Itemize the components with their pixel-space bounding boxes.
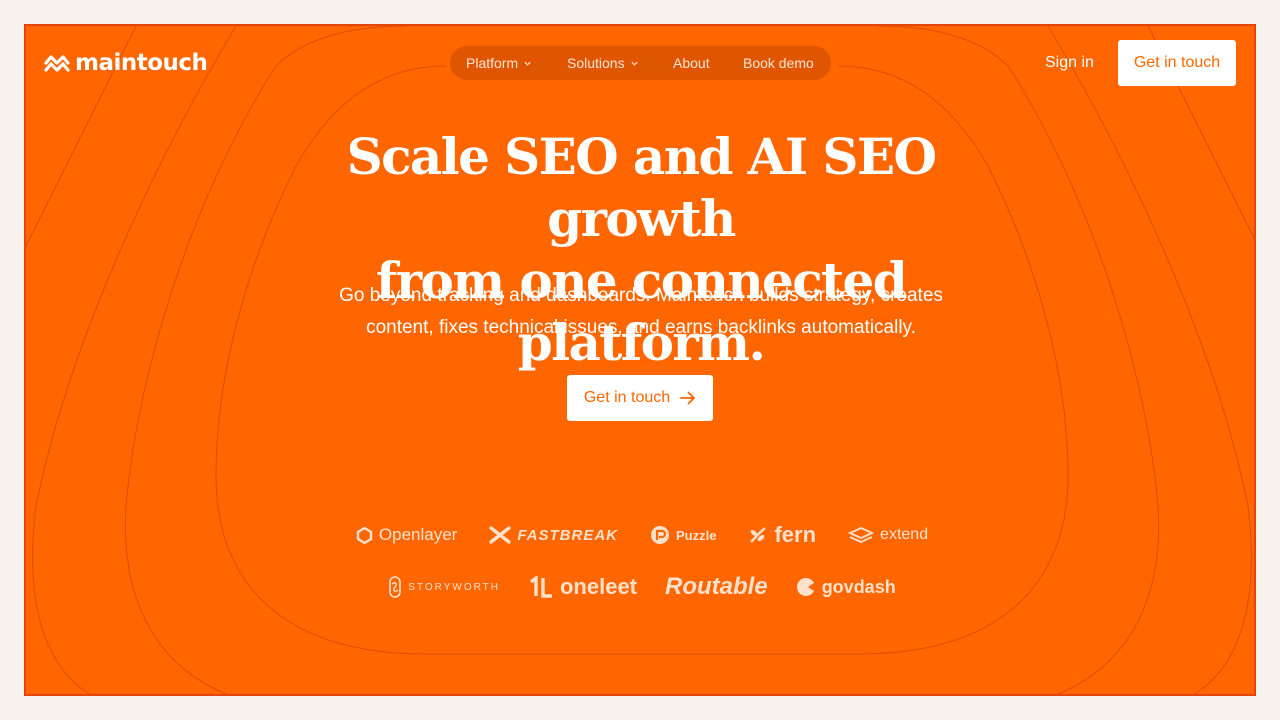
storyworth-logo-icon (389, 576, 402, 598)
customer-logo-storyworth: STORYWORTH (388, 576, 500, 598)
openlayer-logo-icon (356, 526, 373, 544)
subtext-line-2: content, fixes technical issues, and ear… (366, 317, 916, 338)
brand-name: maintouch (75, 50, 208, 76)
hero-get-in-touch-button[interactable]: Get in touch (567, 375, 713, 421)
extend-logo-icon (848, 527, 875, 543)
fern-logo-icon (750, 527, 767, 543)
customer-name: Openlayer (378, 525, 458, 544)
nav-item-solutions[interactable]: Solutions (567, 55, 639, 71)
get-in-touch-button[interactable]: Get in touch (1118, 40, 1236, 86)
nav-item-book-demo[interactable]: Book demo (743, 55, 814, 71)
customer-logo-extend: extend (848, 526, 928, 544)
chevron-down-icon (630, 61, 638, 66)
hero-section: maintouch Platform Solutions About Book … (24, 24, 1256, 696)
customer-name: govdash (821, 576, 896, 597)
button-label: Get in touch (1133, 54, 1221, 71)
nav-item-label: Book demo (743, 55, 814, 71)
chevron-down-icon (524, 61, 531, 66)
customer-logo-routable: Routable (665, 573, 768, 601)
customer-logos-row-2: STORYWORTH oneleet Routable govdash (26, 573, 1254, 601)
arrow-right-icon (680, 391, 696, 405)
customer-name: Puzzle (676, 527, 717, 543)
customer-name: Routable (665, 573, 768, 600)
button-label: Get in touch (583, 389, 671, 406)
fastbreak-logo-icon (489, 526, 512, 544)
headline-line-1: Scale SEO and AI SEO growth (346, 127, 937, 248)
nav-item-label: Solutions (567, 55, 625, 71)
maintouch-logo-icon (44, 55, 70, 72)
customer-logo-govdash: govdash (796, 577, 896, 598)
customer-logo-fern: fern (748, 522, 816, 548)
subtext-line-1: Go beyond tracking and dashboards. Maint… (339, 285, 943, 306)
customer-name: FASTBREAK (517, 526, 619, 544)
customer-logos-row-1: Openlayer FASTBREAK Puzzle fern extend (26, 522, 1254, 548)
brand-logo[interactable]: maintouch (44, 50, 208, 76)
customer-logo-puzzle: Puzzle (650, 525, 716, 545)
nav-item-label: Platform (466, 55, 519, 71)
customer-name: STORYWORTH (408, 581, 500, 593)
main-nav: Platform Solutions About Book demo (450, 46, 831, 80)
hero-subtext: Go beyond tracking and dashboards. Maint… (296, 280, 986, 344)
customer-logo-openlayer: Openlayer (356, 525, 457, 545)
govdash-logo-icon (796, 578, 814, 596)
customer-name: extend (880, 526, 929, 543)
nav-item-platform[interactable]: Platform (466, 55, 532, 71)
nav-item-about[interactable]: About (673, 55, 710, 71)
customer-name: oneleet (559, 574, 638, 599)
puzzle-logo-icon (651, 526, 670, 544)
oneleet-logo-icon (529, 576, 552, 598)
customer-logo-fastbreak: FASTBREAK (489, 526, 618, 544)
nav-item-label: About (673, 55, 710, 71)
customer-logo-oneleet: oneleet (528, 574, 637, 600)
sign-in-link[interactable]: Sign in (1045, 54, 1094, 72)
customer-name: fern (774, 522, 817, 547)
